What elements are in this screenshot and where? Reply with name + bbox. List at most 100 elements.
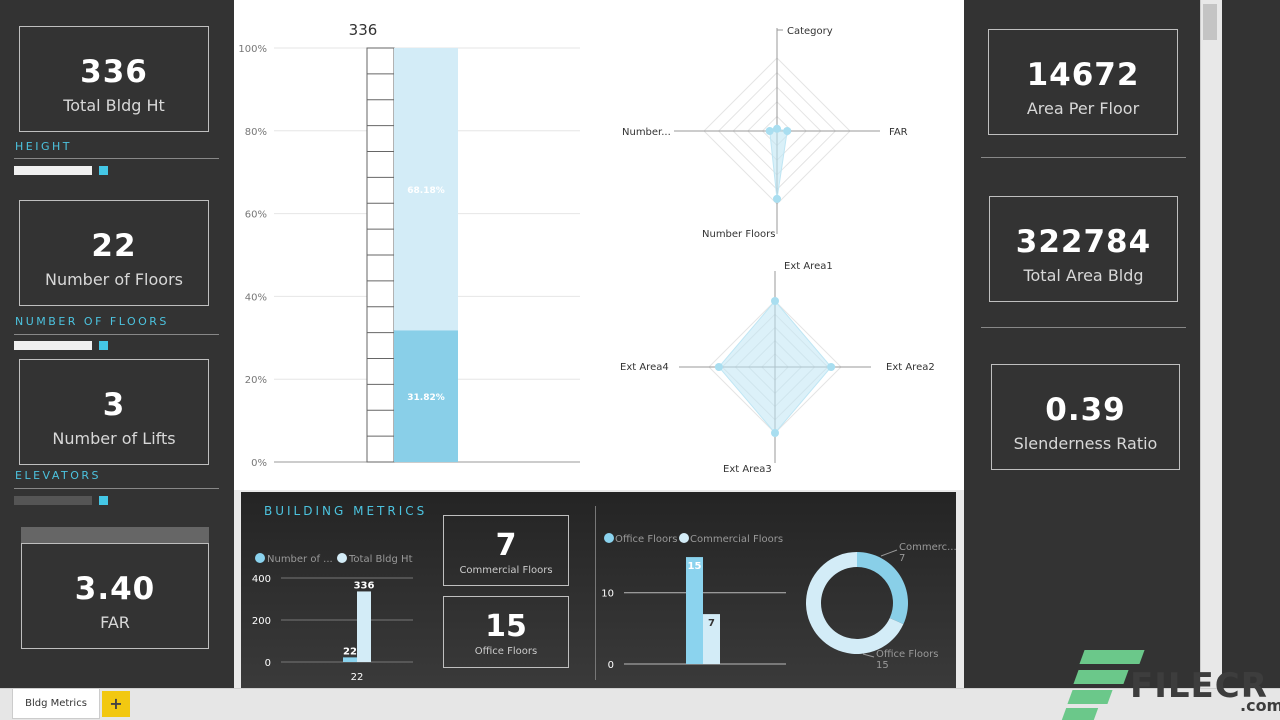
floors-slider-handle[interactable] — [99, 341, 108, 350]
floors-slider-track[interactable] — [14, 341, 92, 350]
bar[interactable] — [343, 657, 357, 662]
kpi-label: Number of Floors — [44, 270, 183, 289]
kpi-label: Total Bldg Ht — [63, 96, 165, 115]
radar-axis-label-bottom: Ext Area3 — [723, 464, 772, 475]
radar-point[interactable] — [773, 194, 781, 203]
y-tick-label: 40% — [245, 292, 267, 303]
elevators-slider-track[interactable] — [14, 496, 92, 505]
mini-bar-chart[interactable]: Number of ... Total Bldg Ht 400 200 0 22 336… — [241, 540, 431, 688]
radar-axis-label-left: Number... — [622, 127, 671, 138]
legend-label: Number of ... — [267, 554, 333, 565]
stacked-total-label: 336 — [349, 21, 378, 39]
y-tick-label: 10 — [601, 589, 614, 600]
legend-dot — [679, 533, 689, 543]
far-card-header-bar — [21, 527, 209, 543]
radar-axis-label-top: Ext Area1 — [784, 261, 833, 272]
kpi-value: 14672 — [1026, 57, 1140, 93]
slicer-divider — [14, 158, 219, 159]
divider — [981, 327, 1186, 328]
vertical-scrollbar[interactable] — [1200, 0, 1222, 688]
legend-dot — [337, 553, 347, 563]
kpi-value: 0.39 — [1045, 392, 1126, 428]
radar-series-area[interactable] — [718, 300, 832, 434]
x-axis-label: 22 — [351, 672, 364, 683]
kpi-label: Total Area Bldg — [1023, 266, 1144, 285]
kpi-card-area-per-floor[interactable]: 14672 Area Per Floor — [988, 29, 1178, 135]
leader-line — [880, 549, 898, 557]
kpi-card-far[interactable]: 3.40 FAR — [21, 543, 209, 649]
kpi-value: 3 — [102, 387, 126, 423]
card-label: Office Floors — [474, 646, 538, 657]
radar-point[interactable] — [827, 363, 836, 371]
y-tick-label: 20% — [245, 375, 267, 386]
bar-data-label: 22 — [343, 646, 357, 657]
radar-point[interactable] — [783, 127, 792, 135]
add-page-button[interactable]: + — [102, 691, 130, 717]
radar-point[interactable] — [714, 363, 723, 371]
leader-line — [862, 653, 875, 658]
card-commercial-floors[interactable]: 7 Commercial Floors — [443, 515, 569, 586]
radar-point[interactable] — [773, 124, 781, 133]
watermark-domain: .com — [1240, 696, 1280, 715]
radar-axis-label-right: FAR — [889, 127, 908, 138]
kpi-value: 3.40 — [74, 571, 156, 607]
y-tick-label: 80% — [245, 127, 267, 138]
report-canvas: 336 Total Bldg Ht Height 22 Number of Fl… — [0, 0, 1280, 720]
donut-label: Commerc... — [899, 542, 956, 553]
legend-label: Office Floors — [615, 534, 677, 545]
y-tick-label: 60% — [245, 210, 267, 221]
y-tick-label: 400 — [252, 574, 271, 585]
y-tick-label: 0 — [265, 658, 271, 669]
bar[interactable] — [686, 557, 703, 664]
kpi-label: FAR — [100, 613, 130, 632]
card-value: 7 — [495, 528, 517, 563]
radar-axis-label-right: Ext Area2 — [886, 362, 935, 373]
floors-bar-chart[interactable]: Office Floors Commercial Floors 10 0 15 7 — [596, 525, 796, 685]
y-tick-label: 0% — [251, 458, 267, 469]
card-office-floors[interactable]: 15 Office Floors — [443, 596, 569, 668]
kpi-card-slenderness-ratio[interactable]: 0.39 Slenderness Ratio — [991, 364, 1180, 470]
segment-data-label: 31.82% — [407, 393, 445, 403]
kpi-label: Area Per Floor — [1026, 99, 1140, 118]
radar-point[interactable] — [765, 127, 774, 135]
bar-data-label: 336 — [354, 580, 375, 591]
bar[interactable] — [357, 591, 371, 662]
divider — [981, 157, 1186, 158]
tab-bldg-metrics[interactable]: Bldg Metrics — [12, 689, 100, 719]
segment-data-label: 68.18% — [407, 186, 445, 196]
donut-label: Office Floors — [876, 649, 938, 660]
y-tick-label: 0 — [608, 660, 614, 671]
legend-label: Total Bldg Ht — [348, 554, 413, 565]
kpi-card-total-area-bldg[interactable]: 322784 Total Area Bldg — [989, 196, 1178, 302]
donut-value: 15 — [876, 660, 889, 671]
building-metrics-title: Building Metrics — [264, 504, 428, 518]
slicer-divider — [14, 488, 219, 489]
height-slider-track[interactable] — [14, 166, 92, 175]
radar-point[interactable] — [771, 297, 779, 305]
legend-label: Commercial Floors — [690, 534, 783, 545]
stacked-percent-chart[interactable]: 336 100% 80% 60% 40% 20% 0% 31.82% 68.18% — [234, 0, 594, 490]
kpi-value: 322784 — [1015, 224, 1152, 260]
y-tick-label: 200 — [252, 616, 271, 627]
kpi-card-total-bldg-ht[interactable]: 336 Total Bldg Ht — [19, 26, 209, 132]
slicer-title-height: Height — [15, 140, 72, 153]
filecr-watermark: FILECR .com — [1060, 650, 1280, 720]
height-slider-handle[interactable] — [99, 166, 108, 175]
scrollbar-thumb[interactable] — [1203, 4, 1217, 40]
kpi-label: Number of Lifts — [52, 429, 176, 448]
kpi-card-number-of-floors[interactable]: 22 Number of Floors — [19, 200, 209, 306]
radar-chart-bottom[interactable]: Ext Area1 Ext Area2 Ext Area3 Ext Area4 — [600, 250, 960, 490]
kpi-value: 22 — [91, 228, 137, 264]
kpi-value: 336 — [80, 54, 148, 90]
donut-value: 7 — [899, 553, 905, 564]
radar-series-area[interactable] — [769, 128, 788, 199]
kpi-label: Slenderness Ratio — [1013, 434, 1158, 453]
radar-point[interactable] — [771, 429, 779, 437]
elevators-slider-handle[interactable] — [99, 496, 108, 505]
slicer-title-elevators: Elevators — [15, 469, 102, 482]
slicer-divider — [14, 334, 219, 335]
kpi-card-number-of-lifts[interactable]: 3 Number of Lifts — [19, 359, 209, 465]
slicer-title-number-of-floors: Number of Floors — [15, 315, 169, 328]
floors-donut-chart[interactable]: Commerc... 7 Office Floors 15 — [796, 530, 956, 680]
radar-chart-top[interactable]: Category FAR Number Floors Number... — [600, 0, 960, 250]
